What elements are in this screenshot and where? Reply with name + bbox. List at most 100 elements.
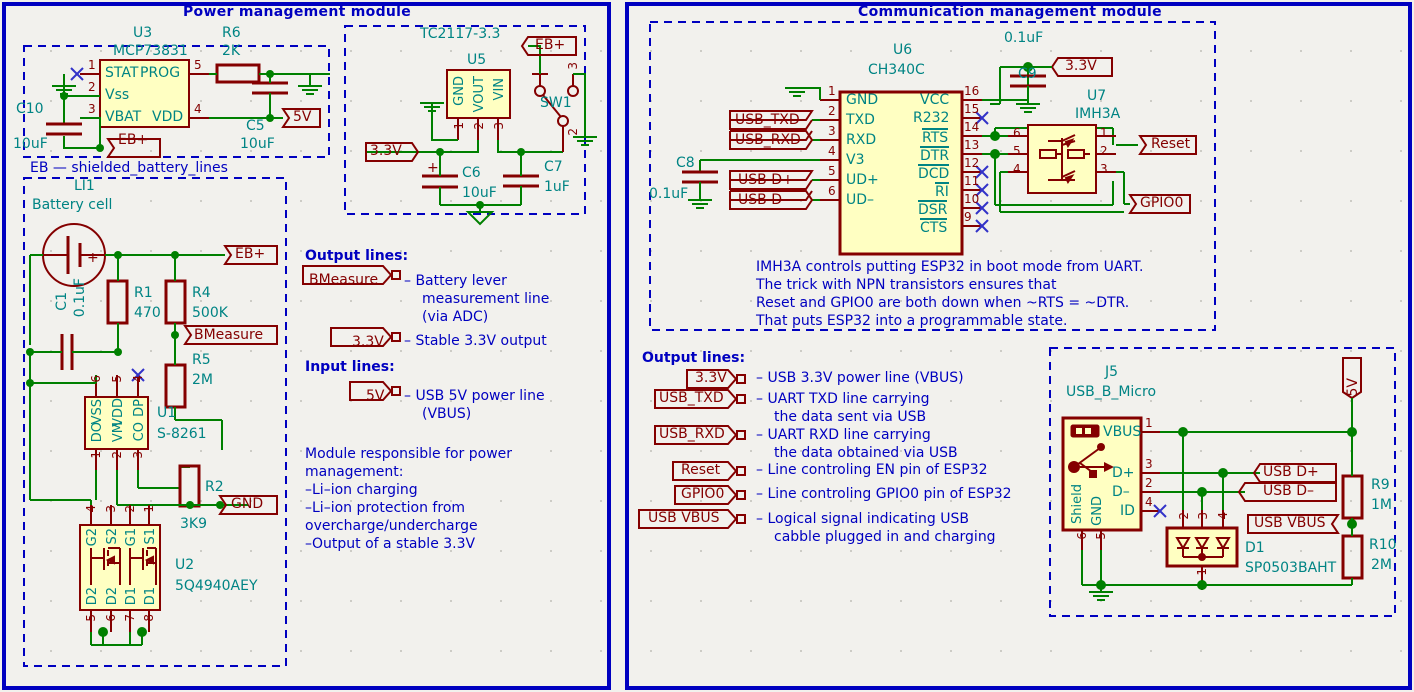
switch-sw1-pin-num-2: 2 xyxy=(566,128,580,136)
pin-num-u1-2: 2 xyxy=(110,451,124,459)
net-label-text-gnd-battery: GND xyxy=(231,496,264,512)
power-legend-label-bmeasure: BMeasure xyxy=(309,272,379,288)
pin-num-u3-3: 3 xyxy=(88,102,96,116)
pin-label-u3-stat: STAT xyxy=(105,65,139,81)
pin-label-u1-vdd: VDD xyxy=(111,398,126,427)
pin-label-j5-gnd: GND xyxy=(1090,496,1105,526)
pin-num-u1-6: 6 xyxy=(89,375,103,383)
pin-num-u2-1: 1 xyxy=(142,505,156,513)
comm-legend-usbvbus-desc: – Logical signal indicating USB cabble p… xyxy=(756,510,996,546)
pin-num-u7-3: 3 xyxy=(1100,162,1108,176)
uart-note-text: IMH3A controls putting ESP32 in boot mod… xyxy=(756,258,1143,330)
pin-num-u6-11: 11 xyxy=(964,174,980,188)
pin-num-u1-3: 3 xyxy=(131,451,145,459)
pin-label-u6-udplus: UD+ xyxy=(846,172,879,188)
pin-num-u7-4: 4 xyxy=(1013,162,1021,176)
net-label-text-bmeasure-battery: BMeasure xyxy=(194,327,264,343)
power-legend-33v-desc: – Stable 3.3V output xyxy=(404,333,547,349)
ic-j5-ref: J5 xyxy=(1105,364,1119,380)
pin-label-u6-dsr: DSR xyxy=(918,200,948,218)
legend-line: (VBUS) xyxy=(422,406,472,422)
pin-label-j5-dplus: D+ xyxy=(1112,465,1135,481)
pin-label-u2-s1: S1 xyxy=(143,528,158,545)
pin-label-u6-txd: TXD xyxy=(846,112,875,128)
pin-num-j5-2: 2 xyxy=(1145,476,1153,490)
res-r10-value: 2M xyxy=(1371,557,1392,573)
legend-line: – USB 5V power line xyxy=(404,388,545,404)
pin-num-u7-6: 6 xyxy=(1013,126,1021,140)
pin-num-u6-1: 1 xyxy=(828,84,836,98)
cap-c5-value: 10uF xyxy=(240,136,275,152)
note-line: That puts ESP32 into a programmable stat… xyxy=(756,313,1068,329)
cap-c10-ref: C10 xyxy=(16,101,44,117)
comm-legend-label-usbtxd: USB_TXD xyxy=(659,390,724,406)
pin-label-u3-vbat: VBAT xyxy=(105,109,142,125)
pin-num-u5-3: 3 xyxy=(492,122,506,130)
pin-label-u1-co: CO xyxy=(132,422,147,442)
pin-label-u2-g1: G1 xyxy=(124,528,139,547)
pin-num-u3-2: 2 xyxy=(88,80,96,94)
schematic-sheet: + Power management module Communication … xyxy=(0,0,1414,692)
comm-legend-reset-desc: – Line controling EN pin of ESP32 xyxy=(756,462,988,478)
pin-label-u6-vcc: VCC xyxy=(920,92,950,108)
ic-u5-value: TC2117-3.3 xyxy=(420,26,501,42)
pin-label-u3-prog: PROG xyxy=(140,65,181,81)
pin-num-u1-5: 5 xyxy=(110,375,124,383)
comm-legend-usbtxd-desc: – UART TXD line carrying the data sent v… xyxy=(756,390,930,426)
pin-num-u6-16: 16 xyxy=(964,84,980,98)
pin-label-u6-cts: CTS xyxy=(920,218,948,236)
pin-num-u5-1: 1 xyxy=(452,122,466,130)
pin-label-u3-vdd: VDD xyxy=(152,109,184,125)
legend-line: – Logical signal indicating USB xyxy=(756,511,969,527)
note-line: The trick with NPN transistors ensures t… xyxy=(756,277,1057,293)
cap-c6-value: 10uF xyxy=(462,185,497,201)
net-label-text-reset: Reset xyxy=(1151,136,1191,152)
legend-line: the data obtained via USB xyxy=(774,445,958,461)
ic-u6-value: CH340C xyxy=(868,62,925,78)
cap-c9-ref: C9 xyxy=(1018,66,1037,82)
ic-u6-ref: U6 xyxy=(893,42,913,58)
pin-num-d1-2: 2 xyxy=(1177,512,1191,520)
power-legend-5v-desc: – USB 5V power line (VBUS) xyxy=(404,387,545,423)
battery-cell-value: Battery cell xyxy=(32,197,113,213)
power-legend-label-shapes xyxy=(302,265,401,401)
pin-label-u1-dp: DP xyxy=(132,399,147,417)
pin-num-u6-15: 15 xyxy=(964,102,980,116)
ic-u3-value: MCP73831 xyxy=(113,43,188,59)
pin-num-j5-1: 1 xyxy=(1145,416,1153,430)
cap-c9-value: 0.1uF xyxy=(1004,30,1044,46)
res-r5-ref: R5 xyxy=(192,352,211,368)
cap-c1-ref: C1 xyxy=(54,292,70,311)
pin-label-u6-udminus: UD– xyxy=(846,192,875,208)
pin-label-u2-g2: G2 xyxy=(85,528,100,547)
net-label-text-usb-dplus: USB D+ xyxy=(738,172,794,188)
pin-num-u3-4: 4 xyxy=(194,102,202,116)
legend-line: – UART TXD line carrying xyxy=(756,391,930,407)
pin-num-u2-3: 3 xyxy=(104,505,118,513)
net-label-text-5v-charger: 5V xyxy=(293,109,312,125)
comm-legend-label-usbvbus: USB VBUS xyxy=(648,510,720,526)
pin-num-u2-6: 6 xyxy=(104,614,118,622)
pin-label-u5-gnd: GND xyxy=(452,76,467,106)
ic-u7-ref: U7 xyxy=(1087,88,1107,104)
net-label-text-usb-dminus-conn: USB D– xyxy=(1263,483,1314,499)
pin-num-j5-4: 4 xyxy=(1145,495,1153,509)
pin-num-u2-4: 4 xyxy=(84,505,98,513)
ic-j5-value: USB_B_Micro xyxy=(1066,384,1157,400)
power-module-title: Power management module xyxy=(183,4,412,20)
ic-u1-ref: U1 xyxy=(157,405,177,421)
pin-label-j5-vbus: VBUS xyxy=(1103,424,1142,440)
pin-label-j5-shield: Shield xyxy=(1070,484,1085,524)
cap-c1-value: 0.1uF xyxy=(72,278,88,318)
pin-label-u5-vin: VIN xyxy=(492,78,507,101)
pin-num-j5-6: 6 xyxy=(1075,532,1089,540)
cap-c7-value: 1uF xyxy=(544,179,570,195)
net-label-text-gpio0: GPIO0 xyxy=(1140,195,1184,211)
battery-section-caption: EB — shielded_battery_lines xyxy=(30,160,228,176)
ic-u2-ref: U2 xyxy=(175,557,195,573)
comm-legend-33v-desc: – USB 3.3V power line (VBUS) xyxy=(756,370,964,386)
net-label-text-33v-ldo: 3.3V xyxy=(370,143,402,159)
pin-num-u7-1: 1 xyxy=(1100,126,1108,140)
legend-line: – Battery lever xyxy=(404,273,507,289)
pin-label-u1-vss: VSS xyxy=(90,399,105,425)
